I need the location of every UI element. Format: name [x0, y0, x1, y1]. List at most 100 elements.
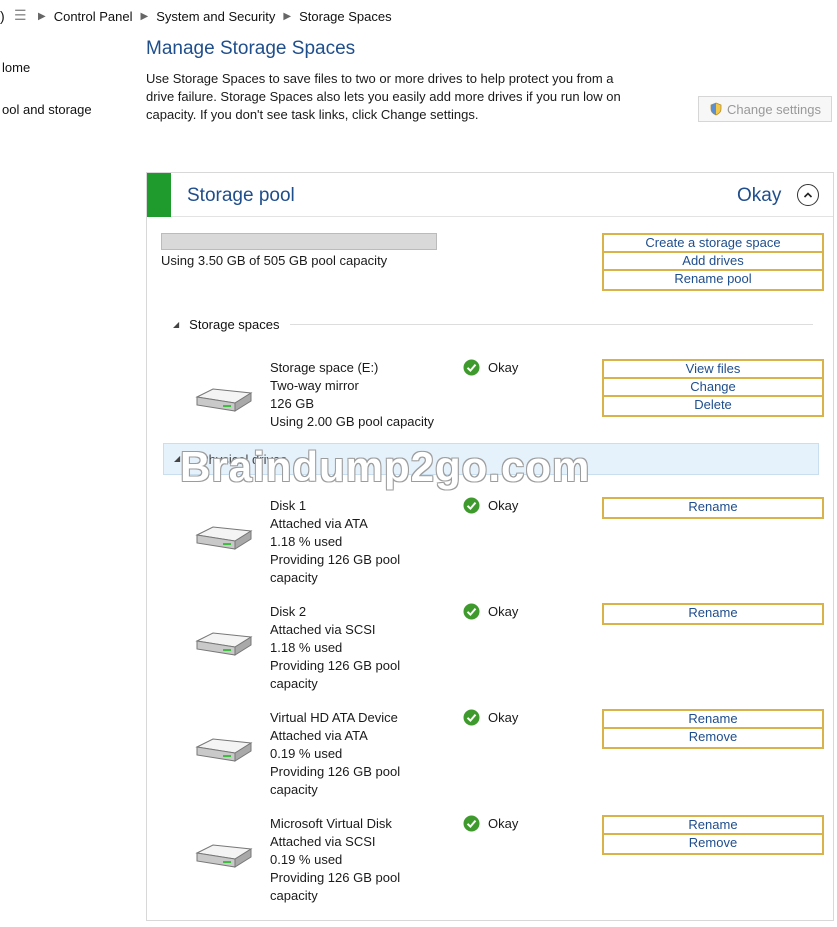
detail-line: capacity [270, 888, 318, 903]
drive-details: Disk 2 Attached via SCSI 1.18 % used Pro… [270, 603, 450, 693]
pool-task-links: Create a storage space Add drives Rename… [602, 233, 824, 291]
rename-link[interactable]: Rename [604, 817, 822, 835]
change-link[interactable]: Change [604, 379, 822, 397]
breadcrumb-separator-icon: ▶ [38, 11, 46, 22]
physical-drive-item: Virtual HD ATA Device Attached via ATA 0… [193, 709, 824, 809]
detail-line: Disk 2 [270, 604, 307, 619]
change-settings-button[interactable]: Change settings [698, 96, 832, 122]
remove-link[interactable]: Remove [604, 835, 822, 853]
breadcrumb-system-security[interactable]: System and Security [156, 9, 275, 24]
description-line: Use Storage Spaces to save files to two … [146, 71, 614, 86]
section-divider [289, 324, 813, 325]
status: Okay [463, 497, 518, 514]
physical-drive-item: Disk 2 Attached via SCSI 1.18 % used Pro… [193, 603, 824, 703]
status: Okay [463, 815, 518, 832]
hard-drive-icon [195, 844, 253, 868]
hard-drive-icon [195, 738, 253, 762]
storage-pool-panel: Storage pool Okay Using 3.50 GB of 505 G… [146, 172, 834, 921]
status-text: Okay [488, 816, 519, 831]
detail-line: Disk 1 [270, 498, 307, 513]
detail-line: Using 2.00 GB pool capacity [270, 414, 435, 429]
chevron-up-icon [803, 192, 813, 198]
uac-shield-icon [710, 102, 722, 116]
green-check-icon [463, 603, 480, 620]
breadcrumb-separator-icon: ▶ [140, 11, 149, 22]
create-storage-space-link[interactable]: Create a storage space [604, 235, 822, 253]
storage-spaces-section-header[interactable]: ◢ Storage spaces [173, 317, 813, 332]
leftnav-home[interactable]: lome [2, 60, 30, 75]
breadcrumb-storage-spaces[interactable]: Storage Spaces [299, 9, 392, 24]
view-files-link[interactable]: View files [604, 361, 822, 379]
detail-line: Virtual HD ATA Device [270, 710, 398, 725]
status: Okay [463, 603, 518, 620]
status-text: Okay [488, 710, 519, 725]
hard-drive-icon [195, 526, 253, 550]
pool-capacity-text: Using 3.50 GB of 505 GB pool capacity [161, 253, 388, 268]
leftnav-pool-and-storage[interactable]: ool and storage [2, 102, 92, 117]
green-check-icon [463, 497, 480, 514]
add-drives-link[interactable]: Add drives [604, 253, 822, 271]
pool-status: Okay [737, 185, 782, 206]
hard-drive-icon [195, 632, 253, 656]
chevron-up-circle-icon[interactable] [797, 184, 819, 206]
detail-line: Providing 126 GB pool [270, 552, 401, 567]
detail-line: Attached via SCSI [270, 834, 376, 849]
detail-line: 126 GB [270, 396, 315, 411]
description-line: drive failure. Storage Spaces also lets … [146, 89, 621, 104]
drive-details: Microsoft Virtual Disk Attached via SCSI… [270, 815, 450, 905]
drive-links: Rename [602, 603, 824, 625]
drive-links: Rename Remove [602, 815, 824, 855]
status: Okay [463, 709, 518, 726]
watermark-text: Braindump2go.com [180, 443, 591, 490]
hard-drive-icon [195, 388, 253, 412]
breadcrumb-control-panel[interactable]: Control Panel [54, 9, 133, 24]
detail-line: Providing 126 GB pool [270, 870, 401, 885]
detail-line: 0.19 % used [270, 852, 343, 867]
detail-line: Attached via ATA [270, 516, 368, 531]
detail-line: Providing 126 GB pool [270, 764, 401, 779]
section-label: Storage spaces [189, 317, 280, 332]
status-text: Okay [488, 604, 519, 619]
detail-line: 1.18 % used [270, 640, 343, 655]
remove-link[interactable]: Remove [604, 729, 822, 747]
drive-details: Virtual HD ATA Device Attached via ATA 0… [270, 709, 450, 799]
pool-capacity-bar [161, 233, 437, 250]
breadcrumb: ) ☰ ▶ Control Panel ▶ System and Securit… [0, 6, 837, 28]
detail-line: capacity [270, 570, 318, 585]
storage-pool-header: Storage pool Okay [147, 173, 833, 217]
description-line: capacity. If you don't see task links, c… [146, 107, 479, 122]
drive-links: Rename [602, 497, 824, 519]
rename-link[interactable]: Rename [604, 605, 822, 623]
physical-drive-item: Microsoft Virtual Disk Attached via SCSI… [193, 815, 824, 915]
status-text: Okay [488, 360, 519, 375]
detail-line: Microsoft Virtual Disk [270, 816, 392, 831]
breadcrumb-clipped-char: ) [0, 8, 5, 24]
page-title: Manage Storage Spaces [146, 38, 356, 59]
physical-drive-item: Disk 1 Attached via ATA 1.18 % used Prov… [193, 497, 824, 597]
detail-line: Attached via SCSI [270, 622, 376, 637]
collapse-triangle-icon: ◢ [173, 320, 180, 329]
breadcrumb-separator-icon: ▶ [283, 11, 292, 22]
detail-line: Storage space (E:) [270, 360, 379, 375]
storage-db-icon: ☰ [14, 7, 27, 23]
detail-line: Attached via ATA [270, 728, 368, 743]
status: Okay [463, 359, 518, 376]
change-settings-label: Change settings [727, 101, 821, 117]
drive-links: Rename Remove [602, 709, 824, 749]
detail-line: capacity [270, 676, 318, 691]
storage-space-details: Storage space (E:) Two-way mirror 126 GB… [270, 359, 450, 431]
pool-title: Storage pool [187, 185, 295, 206]
delete-link[interactable]: Delete [604, 397, 822, 415]
detail-line: capacity [270, 782, 318, 797]
detail-line: 1.18 % used [270, 534, 343, 549]
rename-link[interactable]: Rename [604, 499, 822, 517]
green-check-icon [463, 359, 480, 376]
storage-space-links: View files Change Delete [602, 359, 824, 417]
drive-details: Disk 1 Attached via ATA 1.18 % used Prov… [270, 497, 450, 587]
status-text: Okay [488, 498, 519, 513]
page-description: Use Storage Spaces to save files to two … [146, 70, 686, 124]
rename-pool-link[interactable]: Rename pool [604, 271, 822, 289]
rename-link[interactable]: Rename [604, 711, 822, 729]
green-check-icon [463, 815, 480, 832]
green-check-icon [463, 709, 480, 726]
